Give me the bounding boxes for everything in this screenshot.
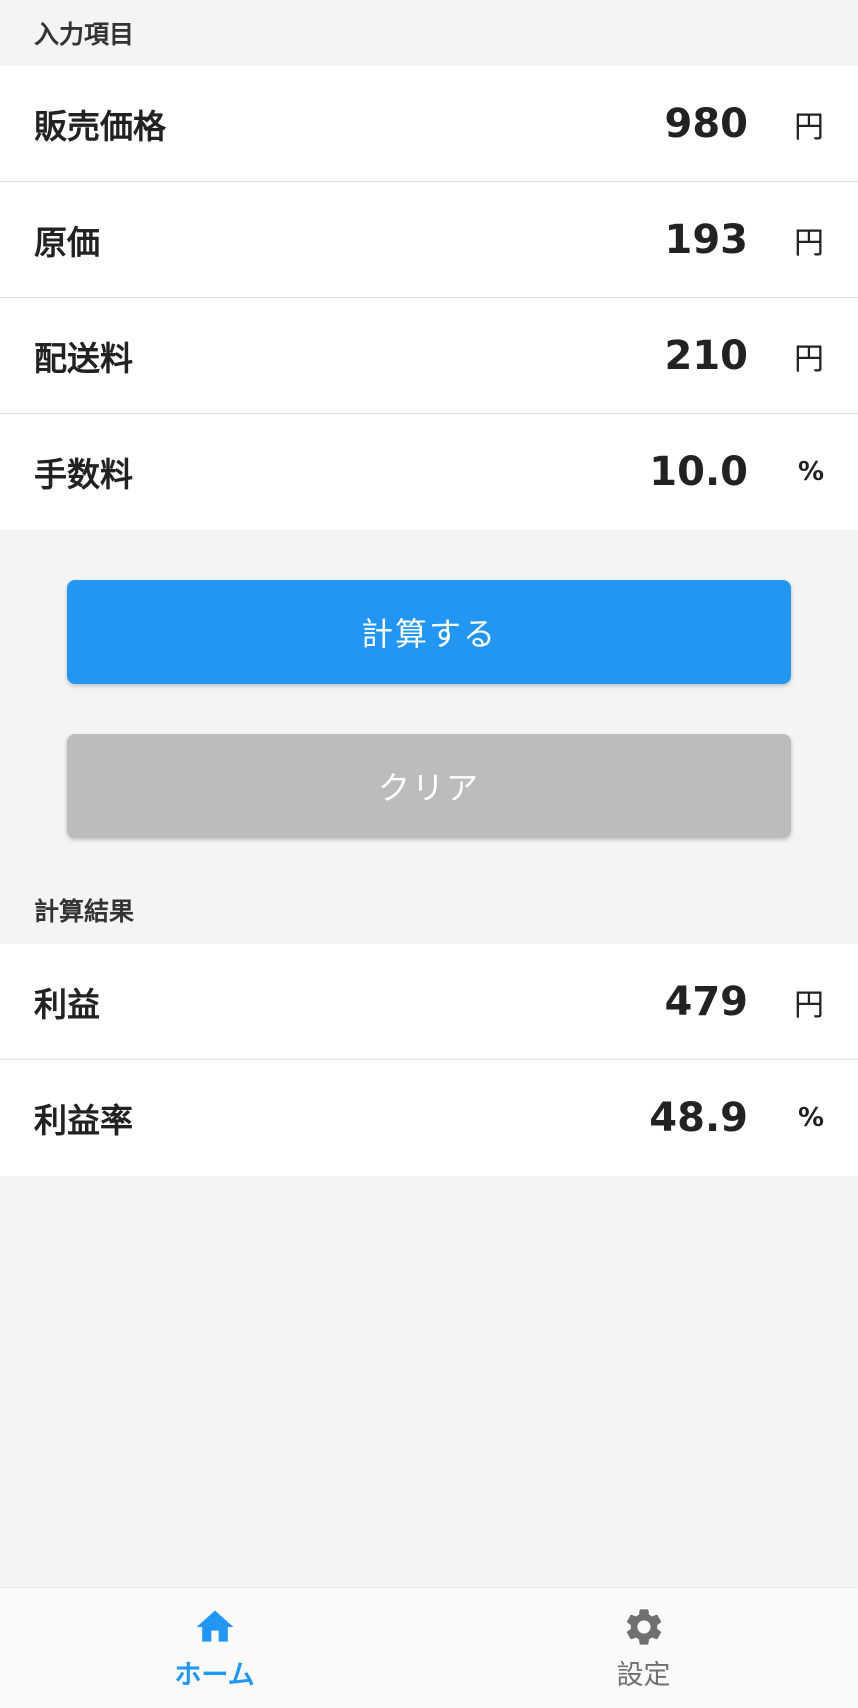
input-unit-fee: % — [797, 457, 824, 487]
input-row-cost[interactable]: 原価 193 円 — [0, 182, 858, 298]
result-label-profit: 利益 — [34, 984, 100, 1024]
results-section-header: 計算結果 — [34, 897, 135, 926]
nav-label-home: ホーム — [174, 1659, 255, 1691]
result-value-profit: 479 — [664, 978, 749, 1025]
input-label-shipping: 配送料 — [34, 338, 133, 378]
nav-item-home[interactable]: ホーム — [0, 1588, 429, 1708]
input-row-selling-price[interactable]: 販売価格 980 円 — [0, 66, 858, 182]
input-label-selling-price: 販売価格 — [34, 106, 166, 146]
clear-button[interactable]: クリア — [67, 734, 791, 838]
input-row-shipping[interactable]: 配送料 210 円 — [0, 298, 858, 414]
nav-item-settings[interactable]: 設定 — [429, 1588, 858, 1708]
input-value-selling-price[interactable]: 980 — [628, 101, 749, 147]
inputs-section-header: 入力項目 — [34, 20, 135, 49]
nav-label-settings: 設定 — [616, 1659, 671, 1691]
result-label-profit-rate: 利益率 — [34, 1101, 133, 1140]
result-row-profit-rate: 利益率 48.9 % — [0, 1060, 858, 1176]
inputs-list: 販売価格 980 円 原価 193 円 配送料 210 円 手数料 10.0 % — [0, 66, 858, 530]
result-value-profit-rate: 48.9 — [649, 1095, 748, 1141]
home-icon — [193, 1605, 237, 1649]
input-value-fee[interactable]: 10.0 — [628, 449, 748, 495]
input-unit-selling-price: 円 — [794, 109, 824, 145]
action-buttons: 計算する クリア — [0, 530, 858, 876]
result-unit-profit-rate: % — [797, 1103, 824, 1133]
input-value-cost[interactable]: 193 — [628, 217, 749, 263]
input-row-fee[interactable]: 手数料 10.0 % — [0, 414, 858, 530]
results-list: 利益 479 円 利益率 48.9 % — [0, 944, 858, 1176]
input-unit-shipping: 円 — [794, 341, 824, 377]
input-unit-cost: 円 — [794, 225, 824, 261]
gear-icon — [622, 1605, 666, 1649]
result-unit-profit: 円 — [794, 987, 824, 1023]
input-label-fee: 手数料 — [34, 455, 133, 494]
calculate-button[interactable]: 計算する — [67, 580, 791, 684]
result-row-profit: 利益 479 円 — [0, 944, 858, 1060]
bottom-navigation: ホーム 設定 — [0, 1587, 858, 1708]
input-label-cost: 原価 — [34, 222, 100, 262]
input-value-shipping[interactable]: 210 — [628, 333, 749, 379]
